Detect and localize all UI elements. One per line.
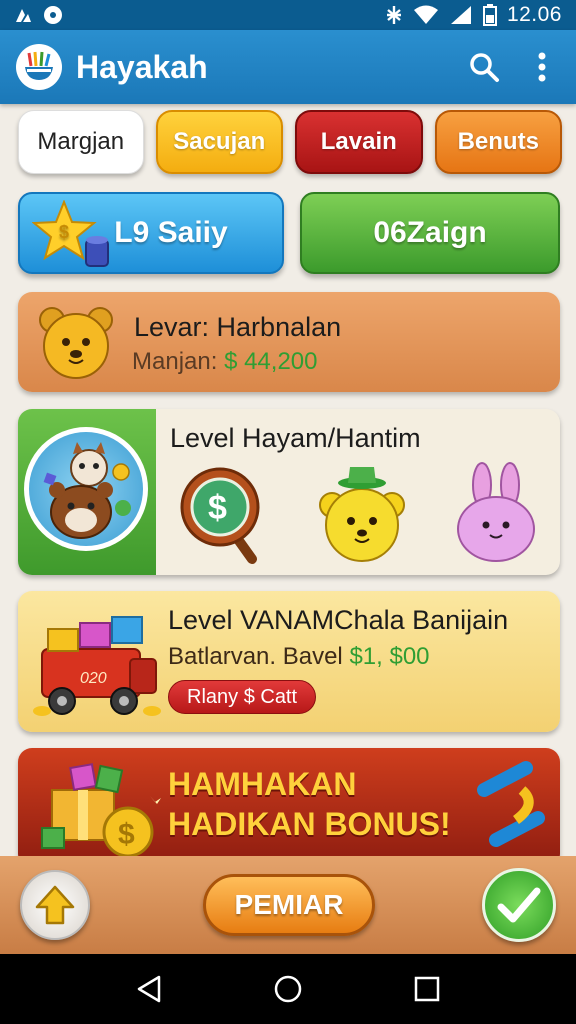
search-icon xyxy=(470,53,499,82)
toy-truck-icon: 020 xyxy=(33,616,161,716)
card1-amount: $ 44,200 xyxy=(224,348,318,375)
app-bar: Hayakah xyxy=(0,30,576,104)
card1-title: Levar: Harbnalan xyxy=(134,312,342,342)
card3-sub-label: Batlarvan. Bavel xyxy=(168,643,343,670)
check-icon xyxy=(497,887,541,923)
app-title: Hayakah xyxy=(76,48,208,85)
green-action-button[interactable]: 06Zaign xyxy=(300,192,560,274)
record-icon xyxy=(44,6,62,24)
bonus-line-1: HAMHAKAN xyxy=(168,766,357,802)
wifi-icon xyxy=(413,5,438,24)
more-vert-icon xyxy=(538,52,546,82)
star-coin-icon: $ xyxy=(32,200,109,267)
home-icon xyxy=(274,975,302,1003)
gift-coins-icon: $ xyxy=(41,763,161,858)
tab-row: Margjan Sacujan Lavain Benuts xyxy=(18,110,562,176)
recents-icon xyxy=(414,976,439,1002)
tab-margjan[interactable]: Margjan xyxy=(18,110,144,174)
game-action-bar: PEMIAR xyxy=(0,856,576,954)
status-time: 12.06 xyxy=(506,3,562,26)
tab-lavain[interactable]: Lavain xyxy=(295,110,423,174)
refresh-arrows-icon xyxy=(477,761,545,847)
status-bar: 12.06 xyxy=(0,0,576,30)
drive-icon xyxy=(16,9,31,22)
play-button[interactable]: PEMIAR xyxy=(203,874,375,936)
card1-sub-label: Manjan: xyxy=(132,348,218,375)
search-button[interactable] xyxy=(466,49,502,85)
card1-subtitle: Manjan: $ 44,200 xyxy=(132,348,317,376)
system-nav-bar xyxy=(0,954,576,1024)
bonus-banner[interactable]: $ HAMHAKAN HADIKAN BONUS! xyxy=(18,748,560,868)
dollar-badge-icon: $ xyxy=(180,467,260,564)
card2-title: Level Hayam/Hantim xyxy=(170,423,421,453)
pets-avatar-icon xyxy=(43,442,131,539)
green-button-label: 06Zaign xyxy=(373,216,487,249)
card3-title: Level VANAMChala Banijain xyxy=(168,605,509,635)
arrow-up-icon xyxy=(35,885,75,925)
level-card-2[interactable]: Level Hayam/Hantim $ xyxy=(18,409,560,575)
nav-recents-button[interactable] xyxy=(403,965,451,1013)
bonus-line-2: HADIKAN BONUS! xyxy=(168,806,451,842)
more-options-button[interactable] xyxy=(524,49,560,85)
nav-back-button[interactable] xyxy=(125,965,173,1013)
card3-subtitle: Batlarvan. Bavel $1, $00 xyxy=(168,643,430,671)
card3-amount: $1, $00 xyxy=(349,643,430,670)
tab-sacujan[interactable]: Sacujan xyxy=(155,110,283,174)
bluetooth-icon xyxy=(386,6,401,24)
card3-action-pill[interactable]: Rlany $ Catt xyxy=(168,680,317,714)
confirm-button[interactable] xyxy=(482,868,556,942)
battery-icon xyxy=(482,4,497,26)
avatar xyxy=(24,427,148,551)
card2-side-strip xyxy=(18,409,156,575)
bonus-banner-text: HAMHAKAN HADIKAN BONUS! xyxy=(168,764,451,844)
level-card-3[interactable]: 020 Level VANAMChala Banijain Batlarvan.… xyxy=(18,591,560,732)
svg-text:$: $ xyxy=(118,818,135,851)
signal-icon xyxy=(450,6,471,24)
pink-bunny-icon xyxy=(457,462,535,562)
tab-benuts[interactable]: Benuts xyxy=(434,110,562,174)
svg-text:$: $ xyxy=(59,222,69,242)
back-icon xyxy=(138,975,161,1003)
level-card-1[interactable]: Levar: Harbnalan Manjan: $ 44,200 xyxy=(18,292,560,392)
level-up-button[interactable] xyxy=(20,870,90,940)
blue-button-label: L9 Saiiy xyxy=(114,216,228,249)
bear-coin-icon xyxy=(39,307,113,379)
blue-action-button[interactable]: $ L9 Saiiy xyxy=(18,192,284,274)
nav-home-button[interactable] xyxy=(264,965,312,1013)
app-logo xyxy=(16,44,62,90)
svg-text:020: 020 xyxy=(80,670,107,687)
svg-text:$: $ xyxy=(208,489,227,527)
yellow-bear-icon xyxy=(319,467,405,562)
